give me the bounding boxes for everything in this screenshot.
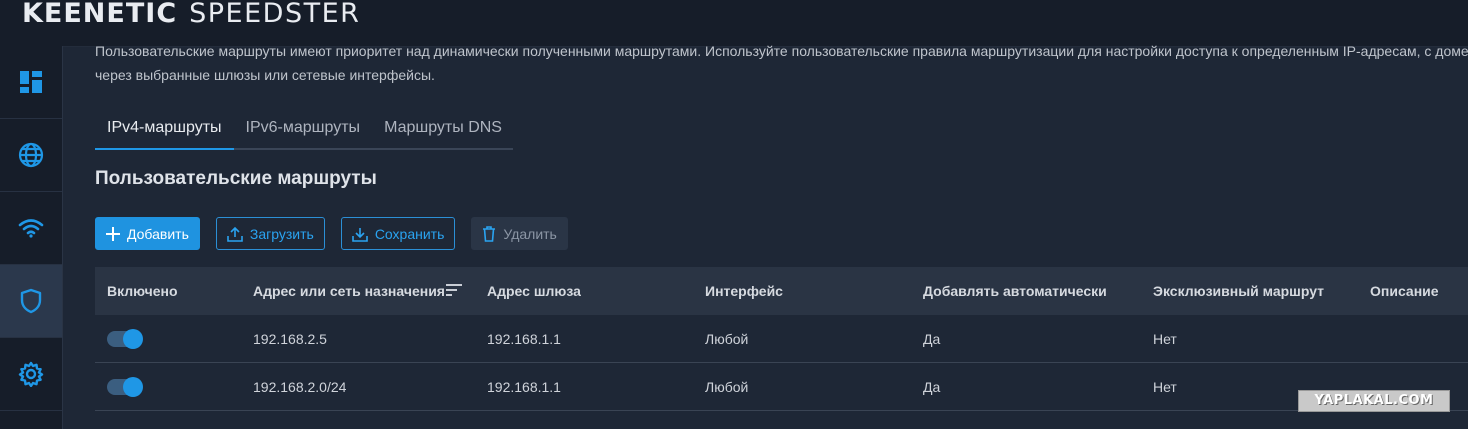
table-row[interactable]: 192.168.2.0/24 192.168.1.1 Любой Да Нет [95, 363, 1468, 411]
enabled-toggle[interactable] [107, 376, 143, 397]
sidebar-item-security[interactable] [0, 265, 62, 338]
brand-name: KEENETIC [22, 0, 178, 29]
tab-bar: IPv4-маршруты IPv6-маршруты Маршруты DNS [95, 110, 513, 150]
add-button-label: Добавить [127, 225, 189, 242]
sidebar-item-internet[interactable] [0, 119, 62, 192]
brand-model: SPEEDSTER [189, 0, 361, 29]
tab-dns-routes[interactable]: Маршруты DNS [372, 110, 514, 148]
dashboard-icon [20, 71, 42, 93]
tab-ipv6-routes[interactable]: IPv6-маршруты [234, 110, 373, 148]
sidebar [0, 46, 63, 429]
interface-cell: Любой [705, 330, 749, 347]
auto-cell: Да [923, 330, 941, 347]
column-header-destination[interactable]: Адрес или сеть назначения [253, 283, 445, 299]
auto-cell: Да [923, 378, 941, 395]
column-header-exclusive[interactable]: Эксклюзивный маршрут [1153, 283, 1324, 299]
enabled-toggle[interactable] [107, 328, 143, 349]
sort-icon[interactable] [445, 283, 463, 297]
column-header-enabled[interactable]: Включено [107, 283, 178, 299]
upload-button-label: Загрузить [249, 225, 314, 242]
toggle-knob [123, 376, 143, 397]
column-header-interface[interactable]: Интерфейс [705, 283, 783, 299]
delete-button-label: Удалить [503, 225, 557, 242]
destination-cell: 192.168.2.0/24 [253, 378, 347, 395]
gateway-cell: 192.168.1.1 [487, 378, 561, 395]
globe-icon [18, 142, 44, 168]
exclusive-cell: Нет [1153, 330, 1177, 347]
column-header-description[interactable]: Описание [1370, 283, 1439, 299]
watermark: YAPLAKAL.COM [1298, 390, 1450, 412]
table-header: Включено Адрес или сеть назначения Адрес… [95, 267, 1468, 315]
table-row[interactable]: 192.168.2.5 192.168.1.1 Любой Да Нет [95, 315, 1468, 363]
sidebar-item-wifi[interactable] [0, 192, 62, 265]
main-content: Пользовательские маршруты имеют приорите… [62, 43, 1468, 429]
toolbar: Добавить Загрузить Сохранить Удалить [95, 217, 568, 250]
toggle-knob [123, 328, 143, 349]
exclusive-cell: Нет [1153, 378, 1177, 395]
column-header-gateway[interactable]: Адрес шлюза [487, 283, 581, 299]
column-header-auto[interactable]: Добавлять автоматически [923, 283, 1107, 299]
brand-logo[interactable]: KEENETIC SPEEDSTER [22, 0, 360, 29]
section-title: Пользовательские маршруты [95, 168, 377, 189]
shield-icon [20, 288, 42, 314]
delete-button[interactable]: Удалить [471, 217, 568, 250]
gateway-cell: 192.168.1.1 [487, 330, 561, 347]
gear-icon [18, 361, 44, 387]
sidebar-item-settings[interactable] [0, 338, 62, 411]
save-button-label: Сохранить [374, 225, 445, 242]
add-button[interactable]: Добавить [95, 217, 200, 250]
upload-button[interactable]: Загрузить [215, 217, 325, 250]
trash-icon [483, 225, 496, 242]
routes-table: Включено Адрес или сеть назначения Адрес… [95, 267, 1468, 411]
upload-icon [227, 226, 243, 242]
interface-cell: Любой [705, 378, 749, 395]
destination-cell: 192.168.2.5 [253, 330, 327, 347]
page-description: Пользовательские маршруты имеют приорите… [95, 43, 1468, 83]
download-icon [352, 227, 368, 242]
wifi-icon [18, 219, 44, 238]
save-button[interactable]: Сохранить [340, 217, 456, 250]
tab-ipv4-routes[interactable]: IPv4-маршруты [95, 110, 234, 150]
plus-icon [106, 226, 120, 241]
sidebar-item-dashboard[interactable] [0, 46, 62, 119]
